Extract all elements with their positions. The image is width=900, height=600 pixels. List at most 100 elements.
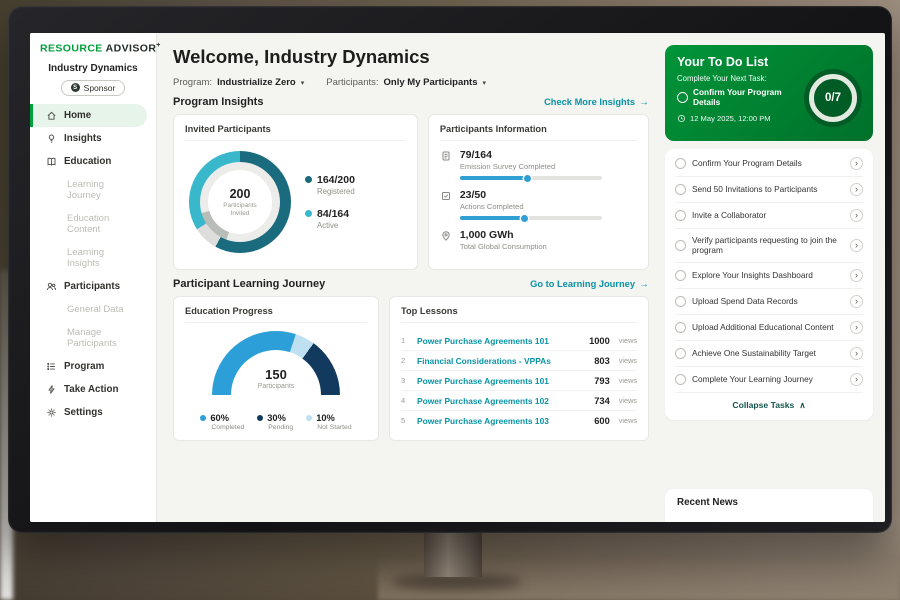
lesson-rank: 4 (401, 396, 410, 405)
sidebar-item-take-action[interactable]: Take Action (30, 378, 147, 401)
checkbox-icon[interactable] (675, 210, 686, 221)
learning-journey-cards: Education Progress 150 Participants 60% … (173, 296, 649, 441)
stat-label: Emission Survey Completed (460, 162, 602, 171)
sidebar-item-participants[interactable]: Participants (30, 275, 147, 298)
legend-value: 10% (316, 413, 335, 423)
task-row[interactable]: Upload Additional Educational Content › (675, 315, 863, 341)
recent-news-card: Recent News (665, 489, 873, 522)
donut-center-value: 200 (230, 187, 251, 201)
recent-news-title: Recent News (677, 497, 861, 508)
sponsor-badge[interactable]: S Sponsor (61, 80, 126, 96)
section-title-program-insights: Program Insights (173, 96, 263, 108)
donut-legend: 164/200 Registered 84/164 Active (305, 174, 355, 230)
sidebar-item-label: Learning Insights (67, 247, 139, 269)
chevron-right-icon[interactable]: › (850, 209, 863, 222)
sidebar-item-settings[interactable]: Settings (30, 401, 147, 424)
stat-global-consumption: 1,000 GWh Total Global Consumption (440, 229, 637, 251)
task-row[interactable]: Confirm Your Program Details › (675, 151, 863, 177)
sidebar-item-education-content[interactable]: Education Content (30, 207, 147, 241)
location-pin-icon (440, 230, 452, 242)
checkbox-icon[interactable] (675, 348, 686, 359)
chevron-right-icon[interactable]: › (850, 157, 863, 170)
task-row[interactable]: Upload Spend Data Records › (675, 289, 863, 315)
task-row[interactable]: Achieve One Sustainability Target › (675, 341, 863, 367)
todo-next-task-label: Confirm Your Program Details (693, 88, 809, 108)
task-label: Complete Your Learning Journey (692, 374, 844, 384)
collapse-tasks-button[interactable]: Collapse Tasks ∧ (675, 393, 863, 416)
chevron-down-icon: ▾ (301, 79, 305, 87)
todo-next-task[interactable]: Confirm Your Program Details (677, 88, 809, 108)
checkbox-icon[interactable] (675, 296, 686, 307)
lesson-rank: 2 (401, 356, 410, 365)
task-row[interactable]: Verify participants requesting to join t… (675, 229, 863, 263)
chevron-right-icon[interactable]: › (850, 239, 863, 252)
legend-item-pending: 30% Pending (257, 413, 293, 431)
sidebar-item-education[interactable]: Education (30, 150, 147, 173)
dashboard-screen: RESOURCE ADVISOR+ Industry Dynamics S Sp… (30, 33, 885, 522)
checkbox-icon[interactable] (675, 240, 686, 251)
program-dropdown[interactable]: Program: Industrialize Zero ▾ (173, 77, 304, 88)
sidebar-item-learning-journey[interactable]: Learning Journey (30, 173, 147, 207)
task-label: Upload Additional Educational Content (692, 322, 844, 332)
collapse-tasks-label: Collapse Tasks (732, 400, 794, 410)
education-progress-card: Education Progress 150 Participants 60% … (173, 296, 379, 441)
task-row[interactable]: Complete Your Learning Journey › (675, 367, 863, 393)
task-label: Achieve One Sustainability Target (692, 348, 844, 358)
checkbox-icon[interactable] (675, 270, 686, 281)
task-row[interactable]: Invite a Collaborator › (675, 203, 863, 229)
task-row[interactable]: Send 50 Invitations to Participants › (675, 177, 863, 203)
checkbox-icon[interactable] (675, 158, 686, 169)
participants-dropdown[interactable]: Participants: Only My Participants ▾ (326, 77, 486, 88)
legend-label: Active (317, 221, 349, 230)
sidebar-item-label: General Data (67, 304, 124, 315)
lesson-title-link[interactable]: Power Purchase Agreements 103 (417, 416, 587, 426)
chevron-right-icon[interactable]: › (850, 321, 863, 334)
lesson-views-unit: views (619, 376, 637, 385)
sidebar-item-manage-participants[interactable]: Manage Participants (30, 321, 147, 355)
monitor-stand (424, 531, 482, 577)
top-lessons-card: Top Lessons 1 Power Purchase Agreements … (389, 296, 649, 441)
sidebar-item-general-data[interactable]: General Data (30, 298, 147, 321)
checkbox-icon[interactable] (675, 374, 686, 385)
lesson-title-link[interactable]: Power Purchase Agreements 101 (417, 376, 587, 386)
chevron-right-icon[interactable]: › (850, 269, 863, 282)
education-progress-title: Education Progress (185, 306, 367, 323)
task-label: Explore Your Insights Dashboard (692, 270, 844, 280)
monitor-frame: RESOURCE ADVISOR+ Industry Dynamics S Sp… (8, 6, 892, 533)
sidebar-item-learning-insights[interactable]: Learning Insights (30, 241, 147, 275)
check-square-icon (440, 190, 452, 202)
logo-resource: RESOURCE (40, 43, 103, 55)
check-more-insights-link[interactable]: Check More Insights → (544, 97, 649, 108)
home-icon (46, 110, 57, 121)
legend-item-registered: 164/200 Registered (305, 174, 355, 196)
participants-people-icon (46, 281, 57, 292)
task-row[interactable]: Explore Your Insights Dashboard › (675, 263, 863, 289)
chevron-right-icon[interactable]: › (850, 347, 863, 360)
program-insights-header: Program Insights Check More Insights → (173, 96, 649, 108)
gauge-center-value: 150 (212, 367, 340, 382)
lesson-views-unit: views (619, 416, 637, 425)
sidebar-item-label: Home (64, 110, 91, 121)
lesson-row: 4 Power Purchase Agreements 102 734 view… (401, 391, 637, 411)
sidebar-item-home[interactable]: Home (30, 104, 147, 127)
chevron-right-icon[interactable]: › (850, 183, 863, 196)
lesson-title-link[interactable]: Power Purchase Agreements 102 (417, 396, 587, 406)
survey-clipboard-icon (440, 150, 452, 162)
chevron-right-icon[interactable]: › (850, 295, 863, 308)
checkbox-icon[interactable] (675, 322, 686, 333)
checkbox-icon[interactable] (675, 184, 686, 195)
lesson-title-link[interactable]: Power Purchase Agreements 101 (417, 336, 582, 346)
sidebar-item-program[interactable]: Program (30, 355, 147, 378)
lesson-title-link[interactable]: Financial Considerations - VPPAs (417, 356, 587, 366)
sidebar-item-insights[interactable]: Insights (30, 127, 147, 150)
participants-information-card: Participants Information 79/164 Emission… (428, 114, 649, 270)
lesson-views-unit: views (619, 356, 637, 365)
chevron-right-icon[interactable]: › (850, 373, 863, 386)
checkbox-icon[interactable] (677, 92, 688, 103)
lesson-views-unit: views (619, 336, 637, 345)
go-to-learning-journey-link[interactable]: Go to Learning Journey → (530, 279, 649, 290)
gauge-legend: 60% Completed 30% Pending 10% Not Starte… (185, 413, 367, 431)
legend-item-not-started: 10% Not Started (306, 413, 351, 431)
stat-label: Total Global Consumption (460, 242, 547, 251)
legend-dot-pending (257, 415, 263, 421)
